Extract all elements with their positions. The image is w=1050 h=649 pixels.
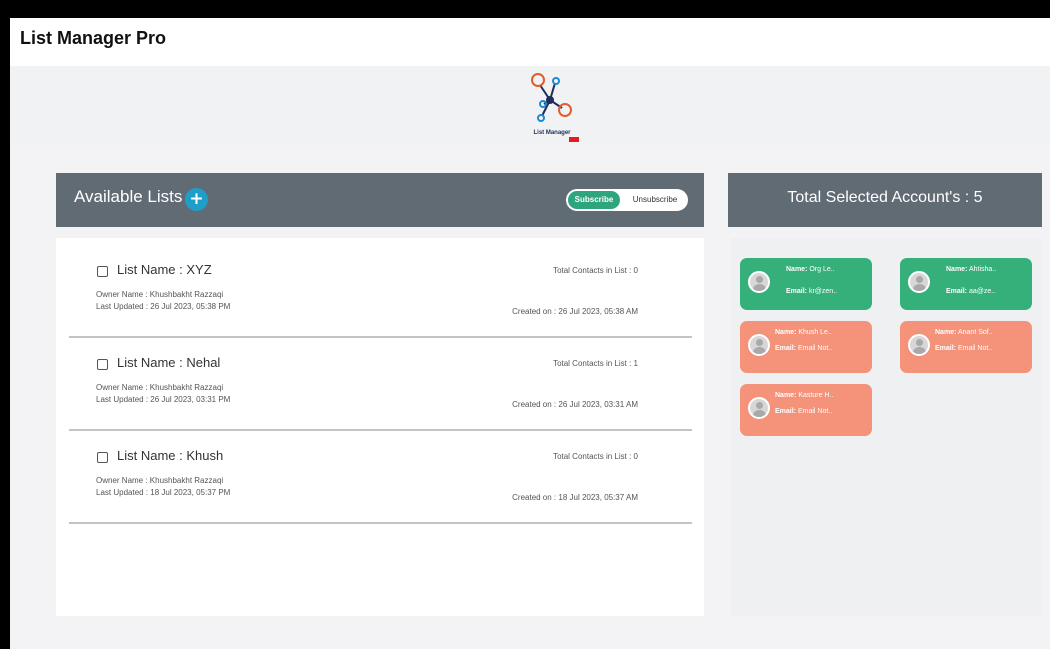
list-created-on: Created on : 26 Jul 2023, 03:31 AM: [512, 400, 638, 409]
network-logo-icon: [531, 73, 572, 122]
list-checkbox[interactable]: [97, 266, 108, 277]
account-name: Name: Khush Le..: [775, 329, 832, 336]
app-title: List Manager Pro: [20, 28, 167, 48]
account-card[interactable]: Name: Org Le.. Email: kr@zen..: [740, 258, 872, 310]
list-owner: Owner Name : Khushbakht Razzaqi: [96, 476, 224, 485]
subscribe-option[interactable]: Subscribe: [568, 191, 620, 209]
account-name: Name: Ahtisha..: [946, 266, 997, 273]
account-email: Email: Email Not..: [775, 345, 833, 352]
list-created-on: Created on : 26 Jul 2023, 05:38 AM: [512, 307, 638, 316]
account-card[interactable]: Name: Anant Sof.. Email: Email Not..: [900, 321, 1032, 373]
list-total-contacts: Total Contacts in List : 0: [553, 452, 638, 461]
account-email: Email: kr@zen..: [786, 288, 838, 295]
list-total-contacts: Total Contacts in List : 1: [553, 359, 638, 368]
available-lists-header: Available Lists + Subscribe Unsubscribe: [56, 173, 704, 227]
logo-tag: [569, 137, 579, 142]
plus-icon: +: [189, 189, 204, 209]
available-lists-title: Available Lists: [74, 187, 183, 206]
account-card[interactable]: Name: Kasture H.. Email: Email Not..: [740, 384, 872, 436]
list-manager-logo: List Manager: [522, 70, 582, 146]
list-total-contacts: Total Contacts in List : 0: [553, 266, 638, 275]
account-card[interactable]: Name: Khush Le.. Email: Email Not..: [740, 321, 872, 373]
avatar-icon: [748, 397, 770, 419]
logo-text: List Manager: [533, 130, 571, 136]
list-item: List Name : Khush Owner Name : Khushbakh…: [69, 432, 692, 524]
account-email: Email: aa@ze..: [946, 288, 996, 295]
list-owner: Owner Name : Khushbakht Razzaqi: [96, 383, 224, 392]
avatar-icon: [908, 271, 930, 293]
list-last-updated: Last Updated : 26 Jul 2023, 05:38 PM: [96, 302, 231, 311]
list-checkbox[interactable]: [97, 452, 108, 463]
account-name: Name: Org Le..: [786, 266, 835, 273]
selected-accounts-title: Total Selected Account's : 5: [787, 189, 983, 206]
list-item: List Name : XYZ Owner Name : Khushbakht …: [69, 246, 692, 338]
list-name: List Name : Nehal: [117, 355, 221, 370]
app-window: List Manager Pro List Manager Available …: [10, 18, 1050, 649]
list-owner: Owner Name : Khushbakht Razzaqi: [96, 290, 224, 299]
list-checkbox[interactable]: [97, 359, 108, 370]
list-name: List Name : XYZ: [117, 262, 212, 277]
account-card[interactable]: Name: Ahtisha.. Email: aa@ze..: [900, 258, 1032, 310]
list-name: List Name : Khush: [117, 448, 224, 463]
account-email: Email: Email Not..: [775, 408, 833, 415]
account-email: Email: Email Not..: [935, 345, 993, 352]
lists-container: List Name : XYZ Owner Name : Khushbakht …: [56, 238, 704, 616]
account-name: Name: Anant Sof..: [935, 329, 993, 336]
add-list-button[interactable]: +: [185, 188, 208, 211]
title-bar: List Manager Pro: [10, 18, 1050, 66]
list-last-updated: Last Updated : 18 Jul 2023, 05:37 PM: [96, 488, 231, 497]
subscribe-toggle[interactable]: Subscribe Unsubscribe: [566, 189, 688, 211]
avatar-icon: [748, 334, 770, 356]
account-name: Name: Kasture H..: [775, 392, 834, 399]
unsubscribe-option[interactable]: Unsubscribe: [624, 191, 686, 209]
list-last-updated: Last Updated : 26 Jul 2023, 03:31 PM: [96, 395, 231, 404]
selected-accounts-container: Name: Org Le.. Email: kr@zen.. Name: Aht…: [731, 238, 1042, 616]
avatar-icon: [748, 271, 770, 293]
list-item: List Name : Nehal Owner Name : Khushbakh…: [69, 339, 692, 431]
avatar-icon: [908, 334, 930, 356]
list-created-on: Created on : 18 Jul 2023, 05:37 AM: [512, 493, 638, 502]
selected-accounts-header: Total Selected Account's : 5: [728, 173, 1042, 227]
